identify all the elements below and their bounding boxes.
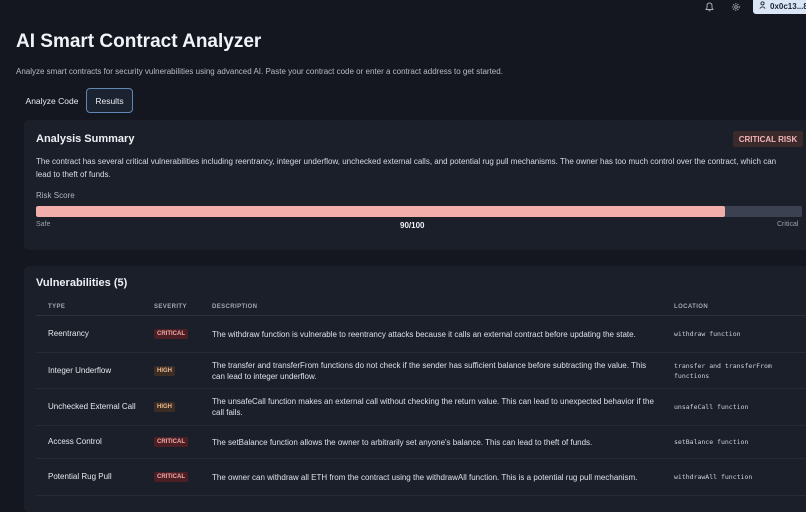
table-header: TYPE SEVERITY DESCRIPTION LOCATION <box>36 298 806 316</box>
vulnerability-description: The setBalance function allows the owner… <box>212 437 593 447</box>
severity-badge: CRITICAL <box>154 437 188 447</box>
summary-title: Analysis Summary <box>36 133 135 145</box>
column-header-description: DESCRIPTION <box>212 304 258 310</box>
vulnerabilities-title: Vulnerabilities (5) <box>36 277 128 289</box>
tab-analyze-code[interactable]: Analyze Code <box>18 88 86 113</box>
table-row: Reentrancy CRITICAL The withdraw function … <box>36 316 806 353</box>
bell-icon[interactable] <box>703 1 715 13</box>
risk-level-badge: CRITICAL RISK <box>733 131 803 147</box>
column-header-type: TYPE <box>48 304 66 310</box>
user-icon <box>759 1 766 11</box>
vulnerability-type: Integer Underflow <box>48 365 112 375</box>
vulnerability-type: Unchecked External Call <box>48 402 136 411</box>
table-row: Potential Rug Pull CRITICAL The owner can … <box>36 459 806 496</box>
severity-cell: CRITICAL <box>154 316 204 352</box>
vulnerability-type: Access Control <box>48 437 102 446</box>
vulnerability-location: transfer and transferFrom functions <box>674 361 772 380</box>
severity-cell: HIGH <box>154 389 204 425</box>
column-header-location: LOCATION <box>674 304 709 310</box>
severity-cell: HIGH <box>154 353 204 388</box>
severity-badge: CRITICAL <box>154 472 188 482</box>
vulnerability-location: unsafeCall function <box>674 403 749 411</box>
vulnerability-type: Reentrancy <box>48 329 89 338</box>
table-row: Unchecked External Call HIGH The unsafeCal… <box>36 389 806 426</box>
table-row: Access Control CRITICAL The setBalance fun… <box>36 426 806 459</box>
scale-min-label: Safe <box>36 221 51 228</box>
vulnerabilities-card: Vulnerabilities (5) TYPE SEVERITY DESCRI… <box>24 266 806 512</box>
wallet-button[interactable]: 0x0c13...8 <box>753 0 806 14</box>
page-subtitle: Analyze smart contracts for security vul… <box>16 67 503 76</box>
summary-text: The contract has several critical vulner… <box>36 157 777 179</box>
severity-cell: CRITICAL <box>154 426 204 458</box>
scale-max-label: Critical <box>777 221 799 228</box>
top-bar: 0x0c13...8 <box>0 0 806 14</box>
severity-badge: HIGH <box>154 365 175 376</box>
vulnerability-type: Potential Rug Pull <box>48 472 112 481</box>
vulnerability-location: withdrawAll function <box>674 473 753 481</box>
vulnerability-description: The withdraw function is vulnerable to r… <box>212 329 636 339</box>
vulnerability-location: setBalance function <box>674 438 749 446</box>
vulnerability-description: The transfer and transferFrom functions … <box>212 360 647 381</box>
severity-cell: CRITICAL <box>154 459 204 495</box>
gear-icon[interactable] <box>730 1 742 13</box>
severity-badge: HIGH <box>154 402 175 412</box>
risk-score-bar <box>36 206 802 217</box>
wallet-address: 0x0c13...8 <box>770 1 806 11</box>
vulnerability-description: The unsafeCall function makes an externa… <box>212 397 654 417</box>
column-header-severity: SEVERITY <box>154 304 187 310</box>
analysis-summary-card: Analysis Summary CRITICAL RISK The contr… <box>24 120 806 250</box>
risk-score-fill <box>36 206 726 217</box>
vulnerability-description: The owner can withdraw all ETH from the … <box>212 472 638 482</box>
severity-badge: CRITICAL <box>154 329 188 339</box>
risk-score-label: Risk Score <box>36 191 75 200</box>
table-row: Integer Underflow HIGH The transfer and tr… <box>36 353 806 389</box>
tab-results[interactable]: Results <box>86 88 133 113</box>
page-title: AI Smart Contract Analyzer <box>16 31 262 52</box>
vulnerability-location: withdraw function <box>674 330 741 338</box>
risk-score-value: 90/100 <box>400 221 425 230</box>
